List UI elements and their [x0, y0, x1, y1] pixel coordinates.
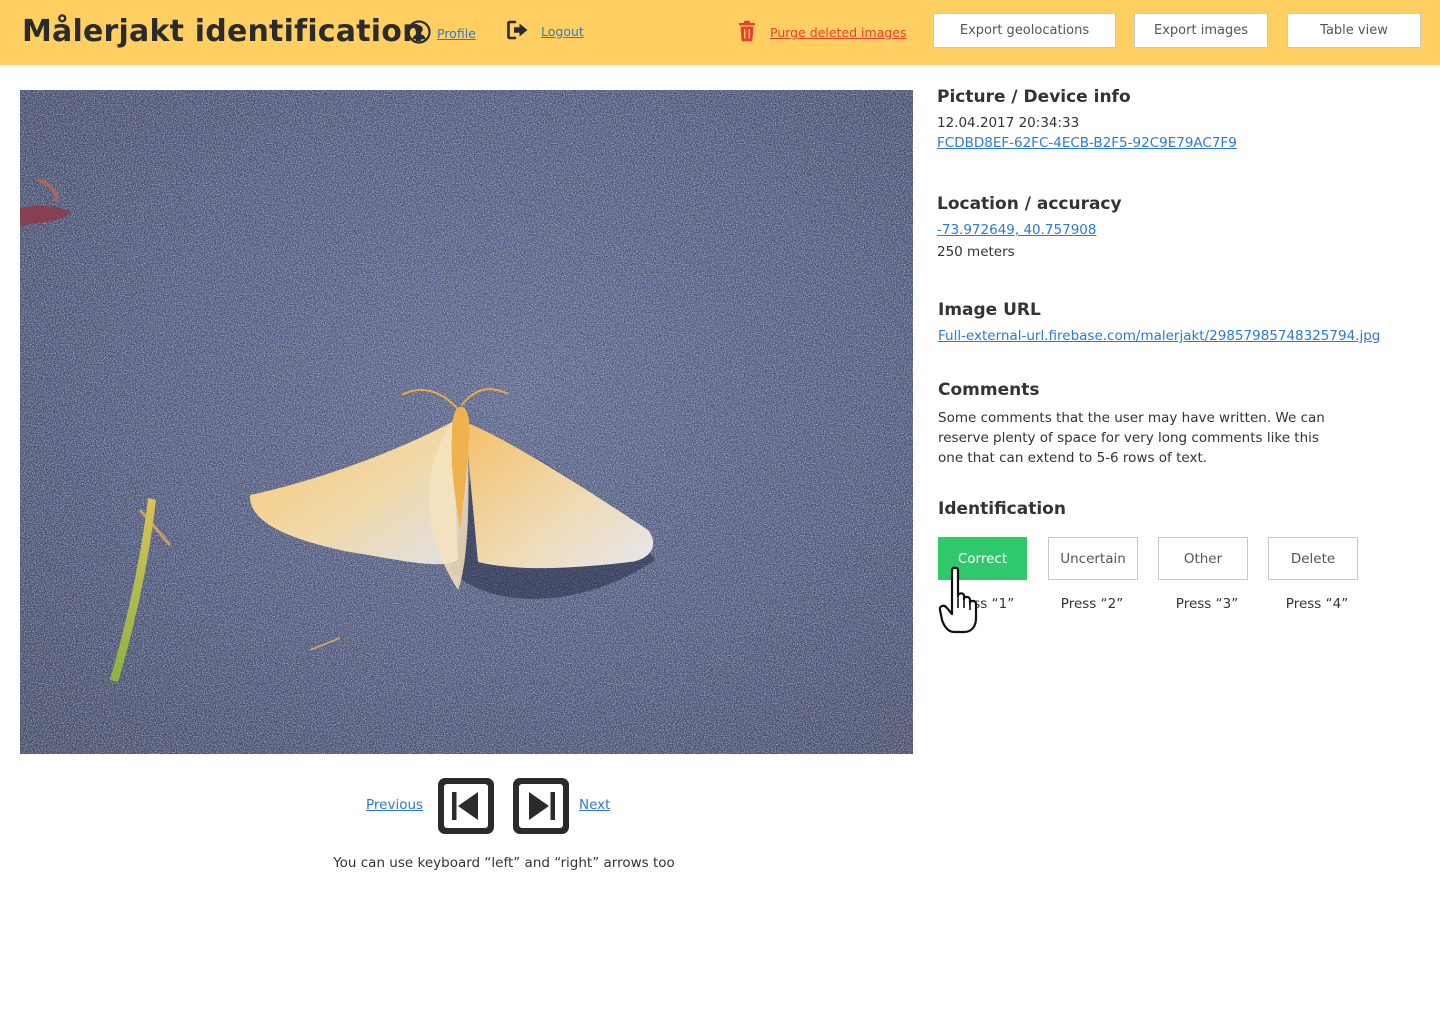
delete-shortcut-hint: Press “4” [1285, 596, 1349, 612]
image-url-link[interactable]: Full-external-url.firebase.com/malerjakt… [938, 328, 1380, 344]
logout-link[interactable]: Logout [541, 24, 584, 39]
profile-link[interactable]: Profile [437, 26, 476, 41]
other-shortcut-hint: Press “3” [1175, 596, 1239, 612]
correct-shortcut-hint: Press “1” [951, 596, 1015, 612]
sign-out-icon [507, 20, 529, 43]
logout-link-group[interactable]: Logout [507, 20, 584, 43]
step-forward-icon[interactable] [513, 778, 569, 834]
user-circle-icon [407, 20, 431, 47]
comments-text: Some comments that the user may have wri… [938, 410, 1325, 466]
location-heading: Location / accuracy [937, 194, 1122, 214]
previous-link[interactable]: Previous [366, 797, 423, 813]
correct-button[interactable]: Correct [938, 537, 1027, 580]
comments-heading: Comments [938, 380, 1040, 400]
moth-photo [20, 90, 913, 754]
identification-heading: Identification [938, 499, 1066, 519]
location-accuracy: 250 meters [937, 244, 1015, 260]
next-link[interactable]: Next [579, 797, 610, 813]
picture-datetime: 12.04.2017 20:34:33 [937, 115, 1080, 131]
keyboard-hint: You can use keyboard “left” and “right” … [333, 855, 675, 871]
uncertain-button[interactable]: Uncertain [1048, 537, 1138, 580]
image-url-heading: Image URL [938, 300, 1041, 320]
uncertain-shortcut-hint: Press “2” [1060, 596, 1124, 612]
profile-link-group[interactable]: Profile [407, 20, 476, 47]
delete-button[interactable]: Delete [1268, 537, 1358, 580]
table-view-button[interactable]: Table view [1287, 13, 1421, 48]
device-id-link[interactable]: FCDBD8EF-62FC-4ECB-B2F5-92C9E79AC7F9 [937, 135, 1237, 151]
device-info-heading: Picture / Device info [937, 87, 1131, 107]
trash-icon [737, 20, 757, 45]
top-bar: Målerjakt identification Profile Logout [0, 0, 1440, 65]
export-geolocations-button[interactable]: Export geolocations [933, 13, 1116, 48]
purge-link-group[interactable]: Purge deleted images [737, 20, 907, 45]
other-button[interactable]: Other [1158, 537, 1248, 580]
coordinates-link[interactable]: -73.972649, 40.757908 [937, 222, 1096, 238]
app-title: Målerjakt identification [22, 14, 424, 49]
purge-deleted-images-link[interactable]: Purge deleted images [770, 25, 907, 40]
export-images-button[interactable]: Export images [1134, 13, 1268, 48]
step-back-icon[interactable] [438, 778, 494, 834]
